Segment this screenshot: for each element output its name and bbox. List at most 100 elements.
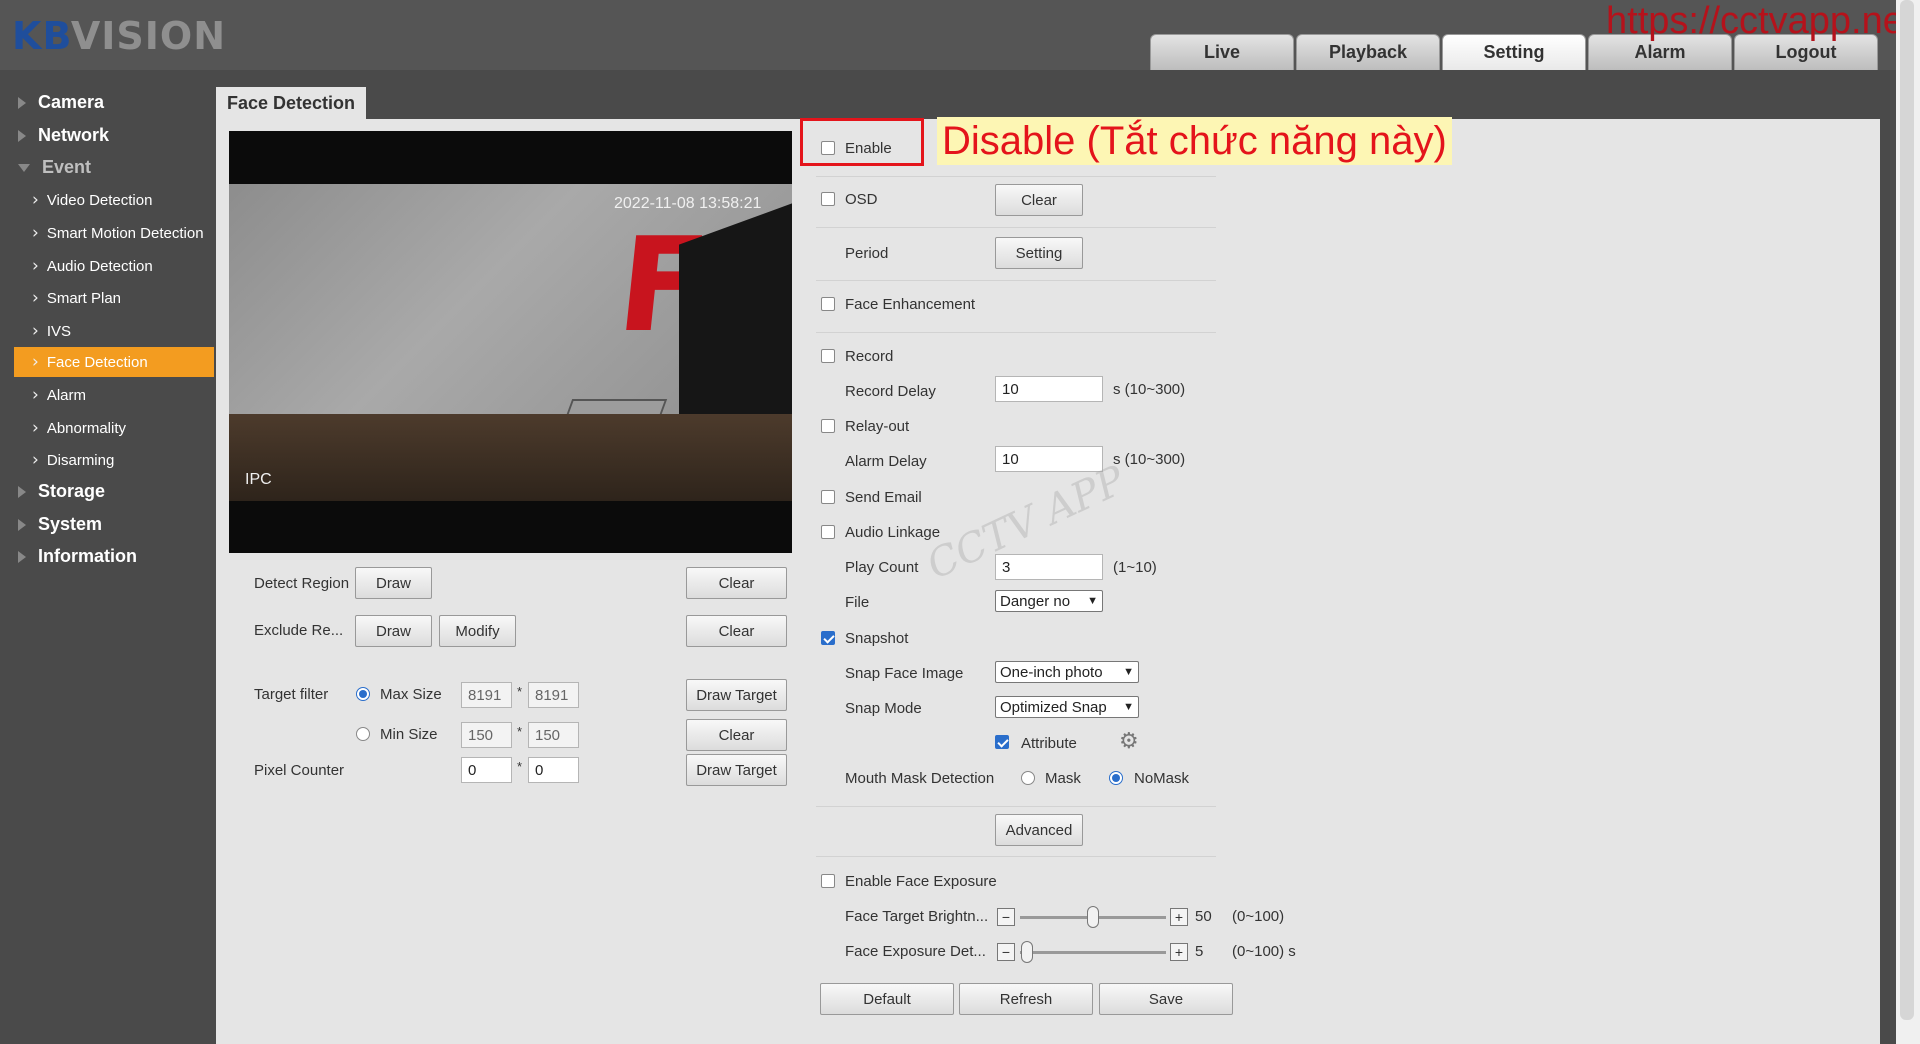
sidebar-item-camera[interactable]: Camera	[18, 92, 104, 113]
exclude-region-label: Exclude Re...	[254, 622, 344, 639]
max-height-field[interactable]: 8191	[528, 682, 579, 708]
sidebar-item-storage[interactable]: Storage	[18, 481, 105, 502]
exposure-slider-thumb[interactable]	[1021, 941, 1034, 963]
snap-mode-label: Snap Mode	[845, 700, 922, 717]
brightness-slider-thumb[interactable]	[1087, 906, 1099, 928]
max-width-field[interactable]: 8191	[461, 682, 512, 708]
snap-mode-select[interactable]: Optimized Snap ▼	[995, 696, 1139, 718]
exclude-region-draw-button[interactable]: Draw	[355, 615, 432, 647]
min-width-field[interactable]: 150	[461, 722, 512, 748]
sidebar-sub-audio-detection[interactable]: › Audio Detection	[14, 251, 214, 281]
brightness-increase-icon[interactable]: +	[1170, 908, 1188, 926]
snap-face-image-label: Snap Face Image	[845, 665, 964, 682]
sidebar-item-network[interactable]: Network	[18, 125, 109, 146]
default-button[interactable]: Default	[820, 983, 954, 1015]
advanced-button[interactable]: Advanced	[995, 814, 1083, 846]
sidebar-sub-smart-plan[interactable]: › Smart Plan	[14, 283, 214, 313]
max-draw-target-button[interactable]: Draw Target	[686, 679, 787, 711]
sidebar-sub-face-detection[interactable]: › Face Detection	[14, 347, 214, 377]
exposure-decrease-icon[interactable]: −	[997, 943, 1015, 961]
expand-icon	[18, 129, 26, 142]
enable-face-exposure-checkbox[interactable]	[821, 874, 835, 888]
attribute-checkbox[interactable]	[995, 735, 1009, 749]
sidebar-item-label: Network	[38, 125, 110, 145]
detect-region-draw-button[interactable]: Draw	[355, 567, 432, 599]
divider	[816, 332, 1216, 333]
period-setting-button[interactable]: Setting	[995, 237, 1083, 269]
snapshot-checkbox[interactable]	[821, 631, 835, 645]
pixel-counter-height-field[interactable]: 0	[528, 757, 579, 783]
chevron-right-icon: ›	[32, 190, 39, 210]
expand-icon	[18, 518, 26, 531]
mask-radio[interactable]	[1021, 771, 1035, 785]
expand-icon	[18, 96, 26, 109]
relay-out-checkbox[interactable]	[821, 419, 835, 433]
file-select[interactable]: Danger no ▼	[995, 590, 1103, 612]
min-size-radio[interactable]	[356, 727, 370, 741]
brightness-range: (0~100)	[1232, 908, 1285, 925]
nav-live[interactable]: Live	[1150, 34, 1294, 70]
refresh-button[interactable]: Refresh	[959, 983, 1093, 1015]
osd-channel-name: IPC	[245, 471, 272, 488]
target-clear-button[interactable]: Clear	[686, 719, 787, 751]
chevron-right-icon: ›	[32, 385, 39, 405]
sidebar-item-event[interactable]: Event	[18, 157, 91, 178]
play-count-field[interactable]: 3	[995, 554, 1103, 580]
divider	[816, 227, 1216, 228]
nomask-radio[interactable]	[1109, 771, 1123, 785]
expand-icon	[18, 485, 26, 498]
sidebar-sub-label: Abnormality	[46, 419, 127, 437]
record-delay-field[interactable]: 10	[995, 376, 1103, 402]
record-delay-label: Record Delay	[845, 383, 936, 400]
record-delay-range: s (10~300)	[1113, 381, 1186, 398]
sidebar-sub-smart-motion-detection[interactable]: › Smart Motion Detection	[14, 218, 214, 248]
send-email-checkbox[interactable]	[821, 490, 835, 504]
max-size-radio[interactable]	[356, 687, 370, 701]
nav-setting[interactable]: Setting	[1442, 34, 1586, 70]
video-preview[interactable]: F 2022-11-08 13:58:21 IPC	[229, 131, 792, 553]
min-height-field[interactable]: 150	[528, 722, 579, 748]
nav-playback[interactable]: Playback	[1296, 34, 1440, 70]
mouth-mask-label: Mouth Mask Detection	[845, 770, 995, 787]
osd-checkbox[interactable]	[821, 192, 835, 206]
min-size-label: Min Size	[380, 726, 438, 743]
sidebar-sub-ivs[interactable]: › IVS	[14, 316, 214, 346]
pixel-counter-width-field[interactable]: 0	[461, 757, 512, 783]
exposure-slider-track[interactable]	[1020, 951, 1166, 954]
collapse-icon	[18, 163, 30, 172]
sidebar-sub-label: Disarming	[46, 451, 115, 469]
exposure-range: (0~100) s	[1232, 943, 1296, 960]
expand-icon	[18, 550, 26, 563]
chevron-right-icon: ›	[32, 418, 39, 438]
watermark-url: https://cctvapp.net	[1606, 0, 1915, 42]
play-count-label: Play Count	[845, 559, 919, 576]
sidebar-item-information[interactable]: Information	[18, 546, 137, 567]
page-scrollbar-thumb[interactable]	[1900, 0, 1914, 1020]
face-exposure-detect-label: Face Exposure Det...	[845, 943, 986, 960]
audio-linkage-checkbox[interactable]	[821, 525, 835, 539]
snapshot-label: Snapshot	[845, 630, 909, 647]
sidebar-item-system[interactable]: System	[18, 514, 102, 535]
face-enhancement-checkbox[interactable]	[821, 297, 835, 311]
gear-icon[interactable]: ⚙	[1119, 731, 1141, 753]
snap-face-image-select[interactable]: One-inch photo ▼	[995, 661, 1139, 683]
sidebar-sub-video-detection[interactable]: › Video Detection	[14, 185, 214, 215]
chevron-right-icon: ›	[32, 450, 39, 470]
logo-kb-text: KB	[12, 14, 71, 58]
exposure-increase-icon[interactable]: +	[1170, 943, 1188, 961]
exclude-region-modify-button[interactable]: Modify	[439, 615, 516, 647]
osd-clear-button[interactable]: Clear	[995, 184, 1083, 216]
play-count-range: (1~10)	[1113, 559, 1157, 576]
record-checkbox[interactable]	[821, 349, 835, 363]
sidebar-sub-disarming[interactable]: › Disarming	[14, 445, 214, 475]
brightness-decrease-icon[interactable]: −	[997, 908, 1015, 926]
target-filter-label: Target filter	[254, 686, 329, 703]
period-label: Period	[845, 245, 889, 262]
sidebar-sub-abnormality[interactable]: › Abnormality	[14, 413, 214, 443]
tab-face-detection[interactable]: Face Detection	[216, 87, 366, 119]
detect-region-clear-button[interactable]: Clear	[686, 567, 787, 599]
sidebar-sub-alarm[interactable]: › Alarm	[14, 380, 214, 410]
pixel-draw-target-button[interactable]: Draw Target	[686, 754, 787, 786]
exclude-region-clear-button[interactable]: Clear	[686, 615, 787, 647]
save-button[interactable]: Save	[1099, 983, 1233, 1015]
